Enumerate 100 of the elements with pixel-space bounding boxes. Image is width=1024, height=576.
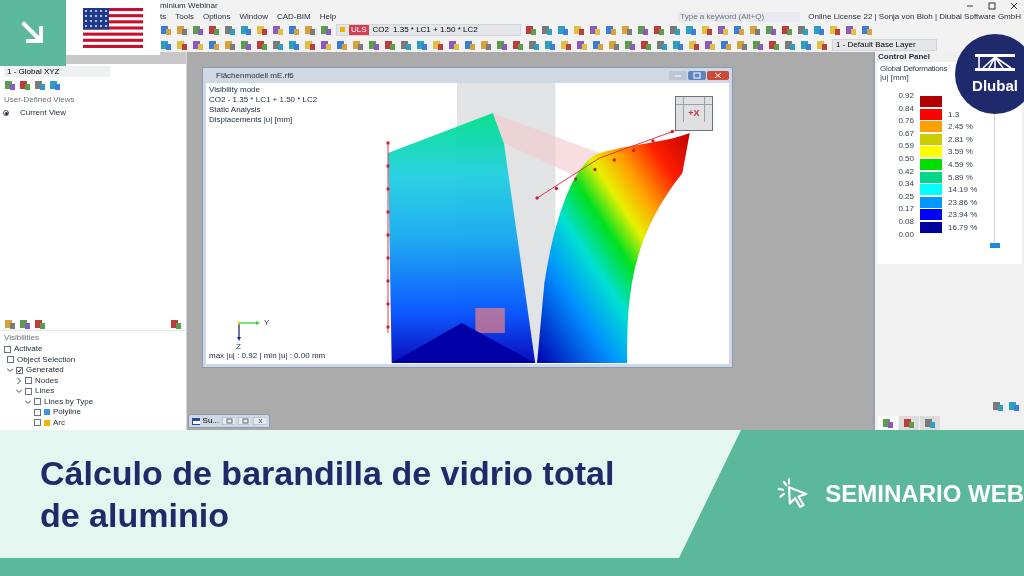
toolbar-icon[interactable] bbox=[672, 38, 684, 51]
toolbar-icon[interactable] bbox=[336, 38, 348, 51]
toolbar-icon[interactable] bbox=[621, 23, 633, 36]
toolbar-icon[interactable] bbox=[34, 79, 46, 91]
toolbar-icon[interactable] bbox=[512, 38, 524, 51]
toolbar-icon[interactable] bbox=[557, 23, 569, 36]
radio-button[interactable] bbox=[3, 110, 9, 116]
toolbar-icon[interactable] bbox=[768, 38, 780, 51]
toolbar-icon[interactable] bbox=[829, 23, 841, 36]
toolbar-icon[interactable] bbox=[304, 38, 316, 51]
tree-item-label[interactable]: Lines bbox=[35, 386, 55, 397]
toolbar-icon[interactable] bbox=[752, 38, 764, 51]
toolbar-icon[interactable] bbox=[924, 417, 936, 429]
toolbar-icon[interactable] bbox=[800, 38, 812, 51]
toolbar-icon[interactable] bbox=[304, 23, 316, 36]
load-case-selector[interactable]: ULS CO2 1.35 * LC1 + 1.50 * LC2 bbox=[336, 23, 521, 36]
panel-tab[interactable] bbox=[899, 416, 919, 430]
checkbox[interactable] bbox=[7, 356, 14, 364]
menu-item[interactable]: Window bbox=[239, 11, 268, 22]
toolbar-icon[interactable] bbox=[688, 38, 700, 51]
toolbar-icon[interactable] bbox=[272, 38, 284, 51]
toolbar-icon[interactable] bbox=[320, 23, 332, 36]
toolbar-icon[interactable] bbox=[544, 38, 556, 51]
close-icon[interactable] bbox=[1010, 1, 1018, 10]
checkbox[interactable] bbox=[25, 387, 32, 395]
toolbar-icon[interactable] bbox=[432, 38, 444, 51]
toolbar-icon[interactable] bbox=[400, 38, 412, 51]
view-item[interactable]: Current View bbox=[12, 107, 67, 119]
toolbar-icon[interactable] bbox=[573, 23, 585, 36]
toolbar-icon[interactable] bbox=[576, 38, 588, 51]
toolbar-icon[interactable] bbox=[19, 79, 31, 91]
menu-item[interactable]: Options bbox=[202, 11, 231, 22]
toolbar-icon[interactable] bbox=[749, 23, 761, 36]
toolbar-icon[interactable] bbox=[4, 79, 16, 91]
tree-item-label[interactable]: Activate bbox=[14, 344, 43, 355]
tree-item-label[interactable]: Object Selection bbox=[17, 354, 76, 365]
toolbar-icon[interactable] bbox=[589, 23, 601, 36]
chevron-down-icon[interactable] bbox=[7, 367, 13, 374]
toolbar-icon[interactable] bbox=[176, 38, 188, 51]
toolbar-icon[interactable] bbox=[34, 318, 46, 330]
tree-item-label[interactable]: Nodes bbox=[35, 375, 59, 386]
restore-icon[interactable] bbox=[222, 417, 235, 425]
toolbar-icon[interactable] bbox=[605, 23, 617, 36]
toolbar-icon[interactable] bbox=[224, 23, 236, 36]
toolbar-icon[interactable] bbox=[170, 318, 182, 330]
toolbar-icon[interactable] bbox=[160, 38, 172, 51]
toolbar-icon[interactable] bbox=[560, 38, 572, 51]
minimized-window[interactable]: Su... bbox=[188, 414, 270, 428]
toolbar-icon[interactable] bbox=[288, 38, 300, 51]
toolbar-icon[interactable] bbox=[685, 23, 697, 36]
chevron-down-icon[interactable] bbox=[25, 398, 31, 405]
toolbar-icon[interactable] bbox=[903, 417, 915, 429]
tree-item-label[interactable]: Generated bbox=[26, 365, 64, 376]
menu-item[interactable]: Tools bbox=[175, 11, 194, 22]
checkbox[interactable] bbox=[34, 408, 41, 416]
toolbar-icon[interactable] bbox=[525, 23, 537, 36]
panel-tab[interactable] bbox=[878, 416, 898, 430]
toolbar-icon[interactable] bbox=[160, 23, 172, 36]
toolbar-icon[interactable] bbox=[541, 23, 553, 36]
toolbar-icon[interactable] bbox=[861, 23, 873, 36]
toolbar-icon[interactable] bbox=[528, 38, 540, 51]
checkbox[interactable] bbox=[16, 366, 23, 374]
checkbox[interactable] bbox=[25, 377, 32, 385]
chevron-right-icon[interactable] bbox=[16, 377, 22, 384]
toolbar-icon[interactable] bbox=[256, 38, 268, 51]
toolbar-icon[interactable] bbox=[720, 38, 732, 51]
toolbar-icon[interactable] bbox=[288, 23, 300, 36]
toolbar-icon[interactable] bbox=[592, 38, 604, 51]
toolbar-icon[interactable] bbox=[992, 400, 1004, 412]
toolbar-icon[interactable] bbox=[192, 38, 204, 51]
panel-tab[interactable] bbox=[920, 416, 940, 430]
toolbar-icon[interactable] bbox=[640, 38, 652, 51]
toolbar-icon[interactable] bbox=[813, 23, 825, 36]
toolbar-icon[interactable] bbox=[176, 23, 188, 36]
toolbar-icon[interactable] bbox=[845, 23, 857, 36]
toolbar-icon[interactable] bbox=[256, 23, 268, 36]
maximize-icon[interactable] bbox=[988, 1, 996, 10]
checkbox[interactable] bbox=[4, 345, 11, 353]
toolbar-icon[interactable] bbox=[480, 38, 492, 51]
view-cube[interactable]: +X bbox=[675, 96, 713, 131]
toolbar-icon[interactable] bbox=[1008, 400, 1020, 412]
toolbar-icon[interactable] bbox=[653, 23, 665, 36]
toolbar-icon[interactable] bbox=[464, 38, 476, 51]
tree-item-label[interactable]: Lines by Type bbox=[44, 396, 94, 407]
toolbar-icon[interactable] bbox=[637, 23, 649, 36]
menu-item[interactable]: Help bbox=[319, 11, 337, 22]
checkbox[interactable] bbox=[34, 398, 41, 406]
toolbar-icon[interactable] bbox=[496, 38, 508, 51]
maximize-icon[interactable] bbox=[237, 417, 251, 425]
toolbar-icon[interactable] bbox=[208, 38, 220, 51]
toolbar-icon[interactable] bbox=[368, 38, 380, 51]
tree-item-label[interactable]: Arc bbox=[53, 417, 65, 428]
toolbar-icon[interactable] bbox=[816, 38, 828, 51]
chevron-down-icon[interactable] bbox=[16, 388, 22, 395]
toolbar-icon[interactable] bbox=[736, 38, 748, 51]
toolbar-icon[interactable] bbox=[704, 38, 716, 51]
toolbar-icon[interactable] bbox=[240, 38, 252, 51]
view-select[interactable]: 1 - Global XYZ bbox=[4, 66, 110, 77]
toolbar-icon[interactable] bbox=[624, 38, 636, 51]
toolbar-icon[interactable] bbox=[416, 38, 428, 51]
